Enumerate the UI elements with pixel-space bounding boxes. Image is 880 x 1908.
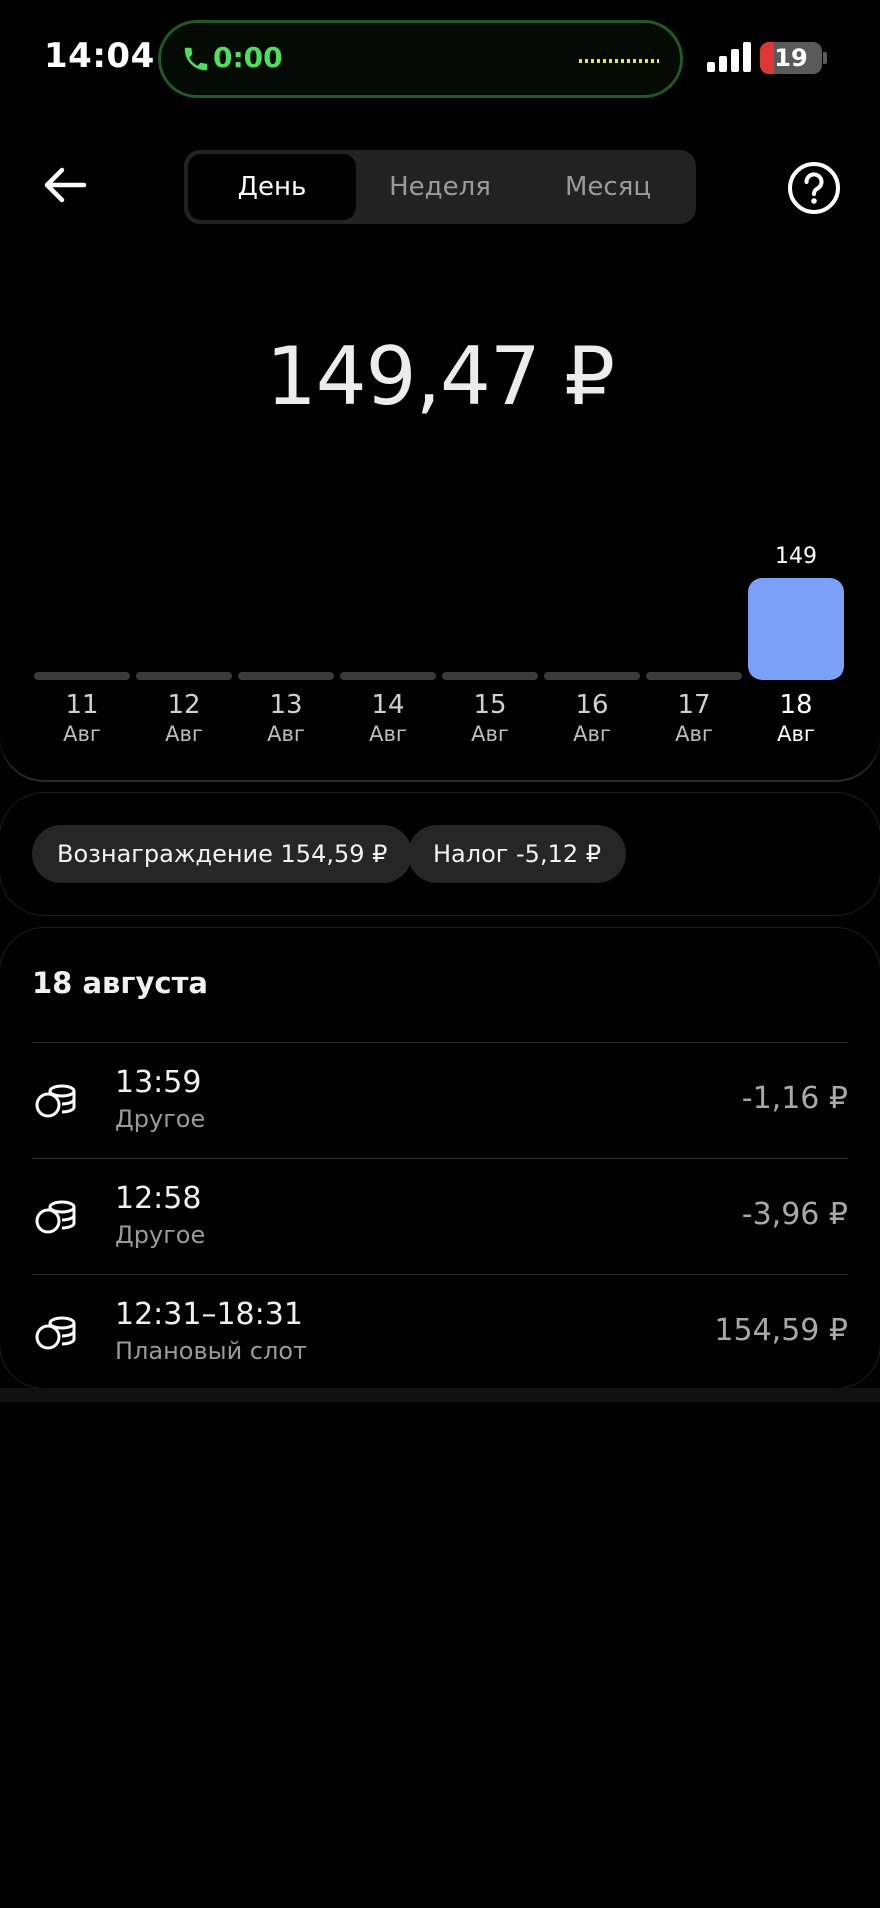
- coins-icon: [35, 1084, 76, 1118]
- reward-chip[interactable]: Вознаграждение 154,59 ₽: [32, 825, 413, 883]
- chart-month-label: Авг: [267, 722, 305, 746]
- chart-day-label[interactable]: 13: [236, 690, 336, 720]
- chart-day-label[interactable]: 16: [542, 690, 642, 720]
- transaction-row[interactable]: 12:58 Другое -3,96 ₽: [32, 1158, 848, 1275]
- transaction-time: 13:59: [115, 1065, 202, 1100]
- chart-month-label: Авг: [573, 722, 611, 746]
- chart-day-label[interactable]: 15: [440, 690, 540, 720]
- chart-day-label[interactable]: 18: [746, 690, 846, 720]
- transaction-time: 12:31–18:31: [115, 1297, 303, 1332]
- summary-card: Вознаграждение 154,59 ₽ Налог -5,12 ₽: [0, 793, 880, 915]
- chart-bar-value-label: 149: [775, 544, 817, 569]
- transaction-type: Другое: [115, 1221, 206, 1249]
- chart-bar[interactable]: [34, 672, 130, 680]
- chart-month-label: Авг: [369, 722, 407, 746]
- transactions-card: 18 августа 13:59 Другое -1,16 ₽ 12:58 Др…: [0, 928, 880, 1388]
- coins-icon: [35, 1316, 76, 1350]
- transactions-date: 18 августа: [32, 966, 208, 1000]
- chart-month-label: Авг: [63, 722, 101, 746]
- coins-icon: [35, 1200, 76, 1234]
- chart-day-label[interactable]: 17: [644, 690, 744, 720]
- earnings-chart: 11 Авг 12 Авг 13 Авг 14 Авг 15 Авг 16 Авг 17 Авг 149 18…: [0, 0, 880, 780]
- transaction-row[interactable]: 12:31–18:31 Плановый слот 154,59 ₽: [32, 1274, 848, 1391]
- chart-day-label[interactable]: 14: [338, 690, 438, 720]
- chart-day-label[interactable]: 12: [134, 690, 234, 720]
- chart-month-label: Авг: [675, 722, 713, 746]
- transaction-amount: -3,96 ₽: [741, 1197, 848, 1232]
- chart-bar[interactable]: [544, 672, 640, 680]
- tax-chip[interactable]: Налог -5,12 ₽: [408, 825, 627, 883]
- chart-month-label: Авг: [165, 722, 203, 746]
- transaction-time: 12:58: [115, 1181, 202, 1216]
- transaction-amount: 154,59 ₽: [714, 1313, 848, 1348]
- chart-month-label: Авг: [777, 722, 815, 746]
- chart-day-label[interactable]: 11: [32, 690, 132, 720]
- chart-bar[interactable]: [646, 672, 742, 680]
- card-bottom-strip: [0, 1388, 880, 1402]
- transaction-type: Плановый слот: [115, 1337, 307, 1365]
- chart-bar[interactable]: [748, 578, 844, 680]
- chart-month-label: Авг: [471, 722, 509, 746]
- transaction-row[interactable]: 13:59 Другое -1,16 ₽: [32, 1042, 848, 1159]
- chart-bar[interactable]: [442, 672, 538, 680]
- transaction-amount: -1,16 ₽: [741, 1081, 848, 1116]
- chart-bar[interactable]: [136, 672, 232, 680]
- chart-bar[interactable]: [340, 672, 436, 680]
- chart-bar[interactable]: [238, 672, 334, 680]
- transaction-type: Другое: [115, 1105, 206, 1133]
